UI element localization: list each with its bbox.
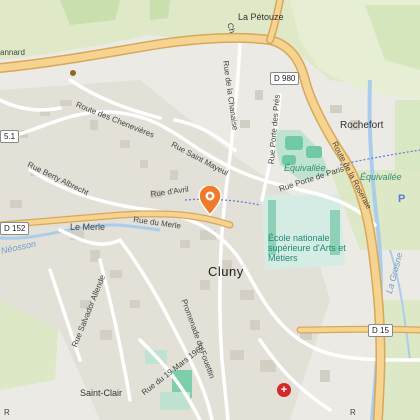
- hospital-icon[interactable]: +: [277, 383, 291, 397]
- place-label-saint-clair: Saint-Clair: [80, 388, 123, 398]
- road-shield-left: 5.1: [0, 130, 20, 143]
- place-label-la-petouze: La Pétouze: [238, 12, 284, 22]
- road-shield-d980: D 980: [270, 72, 300, 85]
- place-label-rochefort: Rochefort: [340, 120, 384, 131]
- parking-label: P: [398, 193, 406, 205]
- road-label-annard: annard: [0, 48, 25, 57]
- tree-icon: [70, 70, 76, 76]
- road-shield-d152: D 152: [0, 222, 30, 235]
- road-label-le-merle: Le Merle: [70, 222, 106, 232]
- town-label-cluny: Cluny: [208, 264, 244, 279]
- road-label-bottom-right: R: [350, 408, 356, 417]
- map-pin-icon[interactable]: [197, 186, 223, 216]
- map-view[interactable]: + La Pétouze D 980 D 152 D 15 5.1 Route …: [0, 0, 420, 420]
- road-shield-d15: D 15: [368, 324, 393, 337]
- place-label-school: École nationale supérieure d'Arts et Mét…: [268, 233, 346, 263]
- place-label-equivallee-2: Équivallée: [360, 172, 402, 182]
- road-label-bottom-left: R: [4, 408, 10, 417]
- place-label-equivallee-1: Équivallée: [284, 163, 326, 173]
